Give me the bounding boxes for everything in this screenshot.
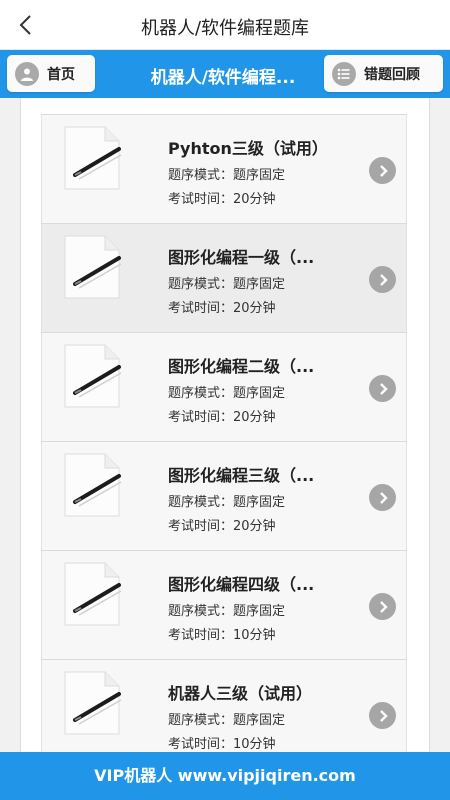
chevron-right-icon[interactable]	[369, 266, 396, 293]
list-item[interactable]: 机器人三级（试用） 题序模式：题序固定 考试时间：10分钟	[41, 659, 407, 752]
item-title: Pyhton三级（试用）	[168, 139, 328, 158]
list-item[interactable]: 图形化编程一级（... 题序模式：题序固定 考试时间：20分钟	[41, 223, 407, 332]
item-mode: 题序模式：题序固定	[168, 277, 286, 292]
document-pen-icon	[61, 450, 123, 520]
item-time: 考试时间：10分钟	[168, 737, 276, 752]
item-mode: 题序模式：题序固定	[168, 713, 286, 728]
item-time: 考试时间：20分钟	[168, 192, 276, 207]
item-time: 考试时间：20分钟	[168, 410, 276, 425]
item-title: 图形化编程二级（...	[168, 357, 315, 376]
item-time: 考试时间：20分钟	[168, 519, 276, 534]
list-item[interactable]: 图形化编程三级（... 题序模式：题序固定 考试时间：20分钟	[41, 441, 407, 550]
list-item[interactable]: Pyhton三级（试用） 题序模式：题序固定 考试时间：20分钟	[41, 114, 407, 223]
item-time: 考试时间：10分钟	[168, 628, 276, 643]
document-pen-icon	[61, 341, 123, 411]
user-icon	[15, 61, 39, 86]
home-button-label: 首页	[47, 66, 75, 83]
item-title: 图形化编程四级（...	[168, 575, 315, 594]
item-title: 图形化编程一级（...	[168, 248, 315, 267]
list-item[interactable]: 图形化编程二级（... 题序模式：题序固定 考试时间：20分钟	[41, 332, 407, 441]
document-pen-icon	[61, 232, 123, 302]
item-mode: 题序模式：题序固定	[168, 495, 286, 510]
document-pen-icon	[61, 559, 123, 629]
nav-title: 机器人/软件编程...	[150, 68, 296, 88]
footer-bar: VIP机器人 www.vipjiqiren.com	[0, 752, 450, 800]
wrong-review-button[interactable]: 错题回顾	[324, 55, 443, 92]
item-mode: 题序模式：题序固定	[168, 604, 286, 619]
content-area: Pyhton三级（试用） 题序模式：题序固定 考试时间：20分钟 图形化编程一级…	[0, 98, 450, 752]
chevron-right-icon[interactable]	[369, 157, 396, 184]
exam-list: Pyhton三级（试用） 题序模式：题序固定 考试时间：20分钟 图形化编程一级…	[41, 114, 407, 752]
chevron-right-icon[interactable]	[369, 593, 396, 620]
chevron-right-icon[interactable]	[369, 484, 396, 511]
item-title: 机器人三级（试用）	[168, 684, 313, 703]
wrong-review-label: 错题回顾	[364, 66, 420, 83]
document-pen-icon	[61, 123, 123, 193]
page-title: 机器人/软件编程题库	[140, 18, 310, 39]
item-time: 考试时间：20分钟	[168, 301, 276, 316]
nav-bar: 首页 机器人/软件编程... 错题回顾	[0, 50, 450, 98]
list-icon	[332, 61, 356, 86]
list-item[interactable]: 图形化编程四级（... 题序模式：题序固定 考试时间：10分钟	[41, 550, 407, 659]
item-mode: 题序模式：题序固定	[168, 168, 286, 183]
chevron-right-icon[interactable]	[369, 375, 396, 402]
document-pen-icon	[61, 668, 123, 738]
top-bar: 机器人/软件编程题库	[0, 0, 450, 50]
item-mode: 题序模式：题序固定	[168, 386, 286, 401]
chevron-right-icon[interactable]	[369, 702, 396, 729]
home-button[interactable]: 首页	[7, 55, 95, 92]
item-title: 图形化编程三级（...	[168, 466, 315, 485]
